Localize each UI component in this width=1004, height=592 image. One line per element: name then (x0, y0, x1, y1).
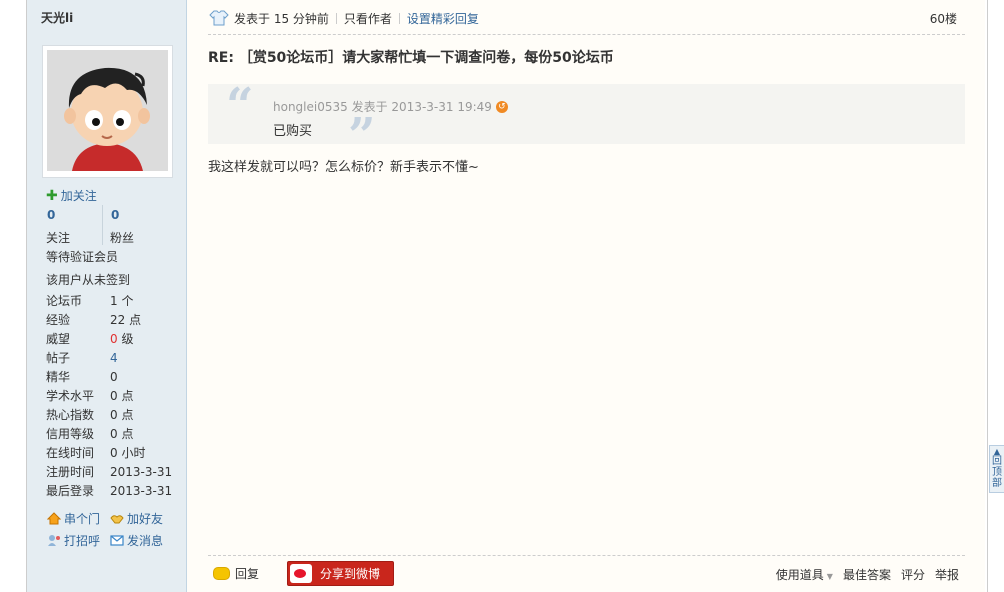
handshake-icon (110, 512, 124, 525)
profile-row-enthusiasm: 热心指数 0 点 (46, 408, 176, 427)
send-message-button[interactable]: 发消息 (110, 532, 163, 549)
profile-key: 精华 (46, 370, 71, 384)
user-group[interactable]: 等待验证会员 (46, 248, 118, 265)
profile-row-online: 在线时间 0 小时 (46, 446, 176, 465)
use-tool-label: 使用道具 (775, 568, 824, 582)
avatar-cartoon-icon (47, 50, 168, 171)
profile-row-digest: 精华 0 (46, 370, 176, 389)
post-body: 我这样发就可以吗？怎么标价？新手表示不懂~ (208, 160, 479, 175)
meta-divider (335, 12, 337, 24)
follow-button[interactable]: ✚ 加关注 (46, 187, 97, 204)
profile-value: 0 点 (110, 427, 134, 441)
profile-value: 22 点 (110, 313, 142, 327)
profile-key: 在线时间 (46, 446, 95, 460)
weibo-logo-icon (290, 564, 312, 583)
follow-label: 加关注 (60, 189, 97, 203)
meta-divider (398, 12, 400, 24)
greet-label: 打招呼 (64, 534, 101, 548)
share-weibo-label: 分享到微博 (320, 567, 381, 581)
only-author-link[interactable]: 只看作者 (344, 10, 392, 27)
profile-value: 0 (110, 370, 118, 384)
profile-key: 帖子 (46, 351, 71, 365)
profile-key: 注册时间 (46, 465, 95, 479)
add-friend-label: 加好友 (127, 512, 164, 526)
profile-key: 经验 (46, 313, 71, 327)
quote-meta: honglei0535 发表于 2013-3-31 19:49 ↺ (273, 98, 508, 115)
post-content: 发表于 15 分钟前 只看作者 设置精彩回复 60楼 RE: ［赏50论坛币］请… (187, 0, 985, 592)
profile-value: 2013-3-31 (110, 465, 173, 479)
quote-block: “ honglei0535 发表于 2013-3-31 19:49 ↺ 已购买 … (208, 78, 965, 160)
profile-stats: 论坛币 1 个 经验 22 点 威望 0 级 帖子 4 精华 0 学术水平 0 点 热心指数… (46, 294, 176, 503)
post-meta-bar: 发表于 15 分钟前 只看作者 设置精彩回复 (208, 8, 479, 28)
caret-down-icon: ▼ (826, 572, 833, 581)
greet-user-icon (47, 534, 61, 547)
visit-label: 串个门 (64, 512, 101, 526)
profile-value: 0 点 (110, 408, 134, 422)
checkin-status: 该用户从未签到 (46, 273, 131, 287)
shirt-icon (208, 9, 230, 27)
prestige-value: 0 (110, 332, 118, 346)
add-friend-button[interactable]: 加好友 (110, 510, 163, 527)
report-link[interactable]: 举报 (935, 566, 959, 583)
profile-key: 信用等级 (46, 427, 95, 441)
followers-count[interactable]: 0 (111, 208, 119, 222)
quote-author: honglei0535 (273, 99, 348, 114)
post-time: 发表于 15 分钟前 (234, 11, 329, 26)
share-weibo-button[interactable]: 分享到微博 (287, 561, 394, 586)
profile-row-registered: 注册时间 2013-3-31 (46, 465, 176, 484)
best-answer-link[interactable]: 最佳答案 (843, 566, 891, 583)
profile-value: 2013-3-31 (110, 484, 173, 498)
use-tool-menu[interactable]: 使用道具 ▼ (766, 566, 833, 583)
reply-label: 回复 (235, 567, 260, 581)
visit-space-button[interactable]: 串个门 (46, 510, 101, 527)
posts-count-link[interactable]: 4 (110, 351, 118, 370)
set-highlight-link[interactable]: 设置精彩回复 (407, 10, 479, 27)
profile-value: 0 级 (110, 332, 133, 351)
plus-icon: ✚ (46, 188, 58, 204)
profile-row-posts: 帖子 4 (46, 351, 176, 370)
back-to-top-label: 回顶部 (992, 456, 1002, 489)
back-to-top-button[interactable]: ▲ 回顶部 (989, 445, 1004, 493)
profile-row-academic: 学术水平 0 点 (46, 389, 176, 408)
rate-link[interactable]: 评分 (901, 566, 925, 583)
post-title: RE: ［赏50论坛币］请大家帮忙填一下调查问卷，每份50论坛币 (208, 50, 614, 66)
profile-row-prestige: 威望 0 级 (46, 332, 176, 351)
profile-row-experience: 经验 22 点 (46, 313, 176, 332)
profile-value: 0 小时 (110, 446, 146, 460)
profile-key: 最后登录 (46, 484, 95, 498)
meta-divider-line (208, 34, 965, 35)
stat-divider (102, 205, 103, 245)
profile-value: 1 个 (110, 294, 134, 308)
quote-text: 已购买 (273, 124, 313, 139)
reply-bubble-icon (213, 567, 230, 580)
following-label[interactable]: 关注 (46, 229, 70, 246)
username-link[interactable]: 天光li (41, 9, 73, 26)
envelope-icon (110, 534, 124, 547)
profile-row-credit: 信用等级 0 点 (46, 427, 176, 446)
open-quote-icon: “ (226, 78, 254, 134)
profile-key: 学术水平 (46, 389, 95, 403)
home-icon (46, 512, 62, 525)
user-sidebar: 天光li ✚ 加关注 0 0 关注 粉丝 等待验证会员 该用户从未签到 论坛币 … (27, 0, 187, 592)
prestige-unit: 级 (117, 332, 134, 346)
following-count[interactable]: 0 (47, 208, 55, 222)
profile-key: 热心指数 (46, 408, 95, 422)
close-quote-icon: ” (348, 108, 376, 164)
avatar-frame (42, 45, 173, 178)
profile-row-last-login: 最后登录 2013-3-31 (46, 484, 176, 503)
footer-divider-line (208, 555, 965, 556)
greet-button[interactable]: 打招呼 (47, 532, 100, 549)
profile-key: 论坛币 (46, 294, 83, 308)
jump-to-quote-icon[interactable]: ↺ (495, 100, 508, 113)
message-label: 发消息 (127, 534, 164, 548)
floor-number[interactable]: 60楼 (930, 10, 957, 27)
profile-row-coins: 论坛币 1 个 (46, 294, 176, 313)
avatar[interactable] (47, 50, 168, 171)
profile-key: 威望 (46, 332, 71, 346)
profile-value: 0 点 (110, 389, 134, 403)
followers-label[interactable]: 粉丝 (110, 229, 134, 246)
reply-button[interactable]: 回复 (213, 565, 259, 582)
post-actions: 使用道具 ▼ 最佳答案 评分 举报 (766, 566, 959, 583)
arrow-up-icon: ▲ (993, 447, 1001, 456)
